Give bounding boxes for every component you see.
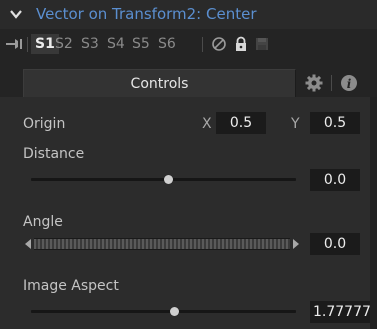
distance-label: Distance [23,146,85,162]
slot-s4[interactable]: S4 [103,34,129,54]
version-slot-bar: S1 S2 S3 S4 S5 S6 [0,29,377,59]
separator [202,37,203,52]
angle-label: Angle [23,214,63,230]
pin-icon[interactable] [5,36,23,52]
angle-field[interactable]: 0.0 [310,233,360,255]
disable-icon[interactable] [211,36,227,52]
tab-controls[interactable]: Controls [23,69,296,97]
distance-field[interactable]: 0.0 [310,169,360,191]
distance-slider-knob[interactable] [164,175,174,184]
slot-s5[interactable]: S5 [128,34,154,54]
angle-thumbwheel[interactable] [34,238,290,250]
origin-x-field[interactable]: 0.5 [216,112,266,134]
origin-x-axis-label: X [202,116,212,132]
image-aspect-slider-knob[interactable] [169,307,179,316]
slot-s3[interactable]: S3 [77,34,103,54]
controls-content: Origin X 0.5 Y 0.5 Distance 0.0 Angle 0.… [0,97,377,329]
slot-s6[interactable]: S6 [154,34,180,54]
separator [27,37,28,52]
origin-y-field[interactable]: 0.5 [310,112,360,134]
tool-header[interactable]: Vector on Transform2: Center [0,0,377,29]
image-aspect-slider[interactable] [31,310,296,313]
separator [331,75,332,91]
svg-text:i: i [347,77,352,91]
lock-icon[interactable] [233,36,249,52]
slot-s2[interactable]: S2 [51,34,77,54]
image-aspect-field[interactable]: 1.777778 [310,301,370,323]
gear-icon[interactable] [304,73,324,93]
tab-row: Controls i [0,59,377,97]
save-icon[interactable] [254,36,270,52]
chevron-down-icon[interactable] [9,8,23,20]
image-aspect-label: Image Aspect [23,278,119,294]
inspector-panel: Vector on Transform2: Center S1 S2 S3 S4… [0,0,377,329]
scrollbar[interactable] [370,97,377,329]
origin-y-axis-label: Y [291,116,300,132]
angle-increase-icon[interactable] [292,239,300,249]
origin-label: Origin [23,116,66,132]
info-icon[interactable]: i [339,73,359,93]
angle-decrease-icon[interactable] [24,239,32,249]
tool-title: Vector on Transform2: Center [36,5,257,23]
